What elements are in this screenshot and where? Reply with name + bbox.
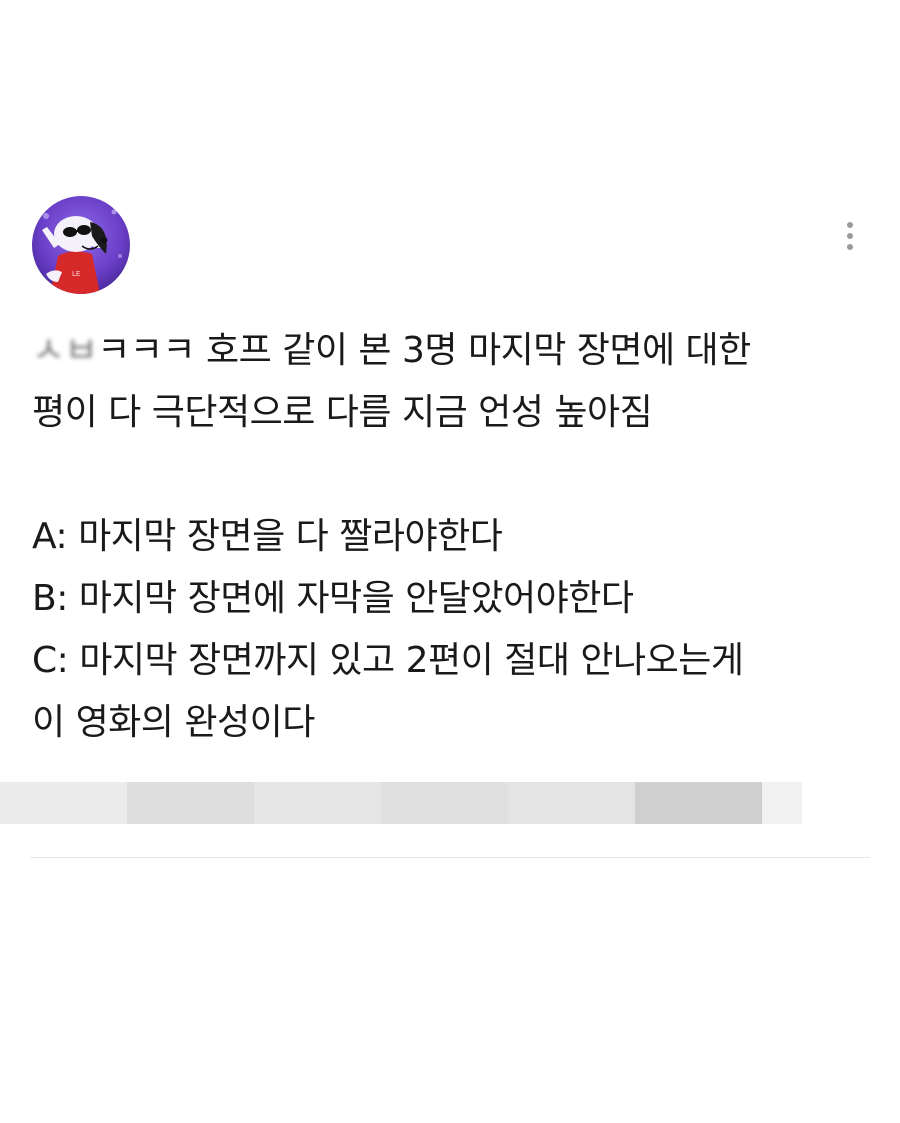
post-text: ㅅㅂㅋㅋㅋ 호프 같이 본 3명 마지막 장면에 대한 평이 다 극단적으로 다… xyxy=(32,320,872,754)
blurred-segment xyxy=(635,782,762,824)
svg-text:LE: LE xyxy=(72,270,80,278)
blurred-meta-bar xyxy=(0,782,802,824)
post-line-1-text: ㅋㅋㅋ 호프 같이 본 3명 마지막 장면에 대한 xyxy=(97,330,751,371)
post-line-5: C: 마지막 장면까지 있고 2편이 절대 안나오는게 xyxy=(32,640,744,681)
post-line-6: 이 영화의 완성이다 xyxy=(32,702,315,743)
blurred-segment xyxy=(127,782,254,824)
snoopy-avatar-icon: LE xyxy=(32,196,130,294)
blurred-segment xyxy=(0,782,127,824)
divider xyxy=(30,857,870,858)
ellipsis-dot xyxy=(847,233,853,239)
avatar[interactable]: LE xyxy=(32,196,130,294)
post-line-1: ㅅㅂㅋㅋㅋ 호프 같이 본 3명 마지막 장면에 대한 xyxy=(32,320,872,382)
more-options-button[interactable] xyxy=(836,214,864,258)
post-line-2: 평이 다 극단적으로 다름 지금 언성 높아짐 xyxy=(32,392,653,433)
blurred-segment xyxy=(508,782,635,824)
blurred-author-prefix: ㅅㅂ xyxy=(32,330,98,371)
post-card: LE ㅅㅂㅋㅋㅋ 호프 같이 본 3명 마지막 장면에 대한 평이 다 극단적으… xyxy=(0,0,900,1123)
post-line-4: B: 마지막 장면에 자막을 안달았어야한다 xyxy=(32,578,634,619)
vertical-ellipsis-icon xyxy=(847,222,853,228)
blurred-segment xyxy=(254,782,381,824)
blurred-segment xyxy=(381,782,508,824)
ellipsis-dot xyxy=(847,244,853,250)
post-line-3: A: 마지막 장면을 다 짤라야한다 xyxy=(32,516,503,557)
blurred-segment xyxy=(762,782,802,824)
